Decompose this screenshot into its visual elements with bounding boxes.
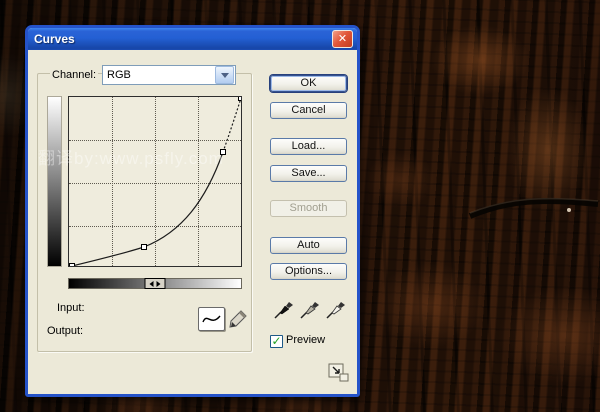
options-button[interactable]: Options... bbox=[270, 263, 347, 280]
tone-curve bbox=[69, 97, 241, 266]
channel-selected-value: RGB bbox=[103, 69, 214, 81]
load-button[interactable]: Load... bbox=[270, 138, 347, 155]
close-icon: ✕ bbox=[338, 33, 347, 45]
gradient-arrows-icon[interactable] bbox=[145, 278, 166, 289]
curve-point-handle[interactable] bbox=[239, 97, 242, 101]
ok-button[interactable]: OK bbox=[270, 75, 347, 92]
input-gradient-bar bbox=[68, 278, 242, 289]
curve-tool-button[interactable] bbox=[198, 307, 225, 331]
output-label: Output: bbox=[45, 325, 85, 337]
channel-select[interactable]: RGB bbox=[102, 65, 236, 85]
resize-grip-icon[interactable] bbox=[328, 363, 350, 382]
desktop-background: { "window": { "title": "Curves" }, "chan… bbox=[0, 0, 600, 412]
chevron-down-icon[interactable] bbox=[215, 66, 234, 84]
pencil-tool-button[interactable] bbox=[227, 309, 249, 330]
output-gradient-bar bbox=[47, 96, 62, 267]
auto-button[interactable]: Auto bbox=[270, 237, 347, 254]
curve-solid-segment bbox=[72, 152, 223, 266]
twig-silhouette bbox=[468, 190, 600, 224]
curve-point-handle[interactable] bbox=[70, 264, 75, 267]
close-button[interactable]: ✕ bbox=[332, 30, 353, 48]
input-label: Input: bbox=[55, 302, 87, 314]
curve-dashed-segment bbox=[223, 98, 241, 152]
title-bar[interactable]: Curves bbox=[28, 28, 357, 50]
black-eyedropper-button[interactable] bbox=[272, 300, 294, 321]
curve-point-handle[interactable] bbox=[221, 150, 226, 155]
checkmark-icon: ✓ bbox=[271, 334, 281, 348]
curve-tool-icon bbox=[200, 310, 223, 328]
white-eyedropper-button[interactable] bbox=[324, 300, 346, 321]
curves-dialog: Curves ✕ Channel: RGB 翻译by:www.psfly.com bbox=[25, 25, 360, 397]
curve-point-handle[interactable] bbox=[142, 245, 147, 250]
dialog-title: Curves bbox=[28, 32, 75, 46]
smooth-button: Smooth bbox=[270, 200, 347, 217]
channel-label: Channel: bbox=[50, 69, 98, 81]
save-button[interactable]: Save... bbox=[270, 165, 347, 182]
preview-label[interactable]: Preview bbox=[286, 334, 325, 346]
curve-grid[interactable] bbox=[68, 96, 242, 267]
cancel-button[interactable]: Cancel bbox=[270, 102, 347, 119]
gray-eyedropper-button[interactable] bbox=[298, 300, 320, 321]
preview-checkbox[interactable]: ✓ bbox=[270, 335, 283, 348]
